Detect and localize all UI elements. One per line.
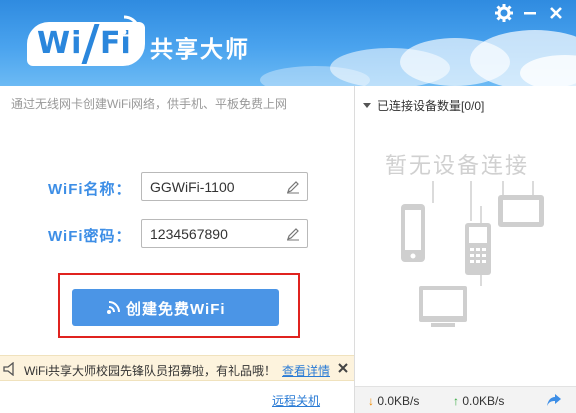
hotspot-config-panel: 通过无线网卡创建WiFi网络，供手机、平板免费上网 WiFi名称： WiFi密码… bbox=[0, 86, 355, 413]
speaker-icon bbox=[3, 362, 14, 376]
close-icon[interactable] bbox=[546, 3, 566, 23]
download-speed: ↓ 0.0KB/s bbox=[368, 394, 419, 408]
upload-arrow-icon: ↑ bbox=[453, 394, 459, 408]
logo-divider bbox=[81, 24, 100, 64]
wifi-password-label: WiFi密码： bbox=[48, 228, 132, 245]
panel-subtitle: 通过无线网卡创建WiFi网络，供手机、平板免费上网 bbox=[11, 97, 287, 111]
wifi-password-field-box bbox=[141, 219, 308, 248]
download-speed-value: 0.0KB/s bbox=[377, 394, 420, 408]
pencil-icon[interactable] bbox=[286, 227, 300, 241]
collapse-triangle-icon bbox=[363, 103, 371, 108]
upload-speed: ↑ 0.0KB/s bbox=[453, 394, 504, 408]
wifi-name-input[interactable] bbox=[150, 178, 280, 196]
wifi-name-label: WiFi名称： bbox=[48, 181, 132, 198]
create-wifi-button[interactable]: 创建免费WiFi bbox=[72, 289, 279, 326]
title-bar: Wi Fi 共享大师 bbox=[0, 0, 576, 86]
logo-wi-text: Wi bbox=[37, 26, 83, 61]
wifi-password-input[interactable] bbox=[150, 225, 280, 243]
wifi-signal-icon bbox=[121, 15, 141, 35]
notice-bar: WiFi共享大师校园先锋队员招募啦，有礼品哦！ 查看详情 bbox=[0, 355, 355, 381]
notice-details-link[interactable]: 查看详情 bbox=[282, 362, 330, 379]
pencil-icon[interactable] bbox=[286, 180, 300, 194]
notice-text: WiFi共享大师校园先锋队员招募啦，有礼品哦！ bbox=[24, 364, 276, 378]
device-count-header[interactable]: 已连接设备数量[0/0] bbox=[363, 97, 484, 114]
empty-devices-text: 暂无设备连接 bbox=[385, 153, 530, 178]
wifi-name-field-box bbox=[141, 172, 308, 201]
remote-shutdown-link[interactable]: 远程关机 bbox=[272, 392, 320, 409]
upload-speed-value: 0.0KB/s bbox=[462, 394, 505, 408]
app-title: 共享大师 bbox=[150, 36, 250, 62]
wifi-icon bbox=[107, 301, 120, 314]
close-icon[interactable] bbox=[337, 362, 349, 374]
devices-panel: 已连接设备数量[0/0] 暂无设备连接 bbox=[355, 86, 576, 413]
gear-icon[interactable] bbox=[494, 3, 514, 23]
create-wifi-button-label: 创建免费WiFi bbox=[126, 301, 226, 318]
share-arrow-icon[interactable] bbox=[546, 393, 562, 407]
download-arrow-icon: ↓ bbox=[368, 394, 374, 408]
minimize-icon[interactable] bbox=[520, 3, 540, 23]
status-bar: ↓ 0.0KB/s ↑ 0.0KB/s bbox=[355, 386, 576, 413]
device-count-label: 已连接设备数量[0/0] bbox=[377, 99, 485, 113]
devices-illustration bbox=[401, 181, 544, 327]
